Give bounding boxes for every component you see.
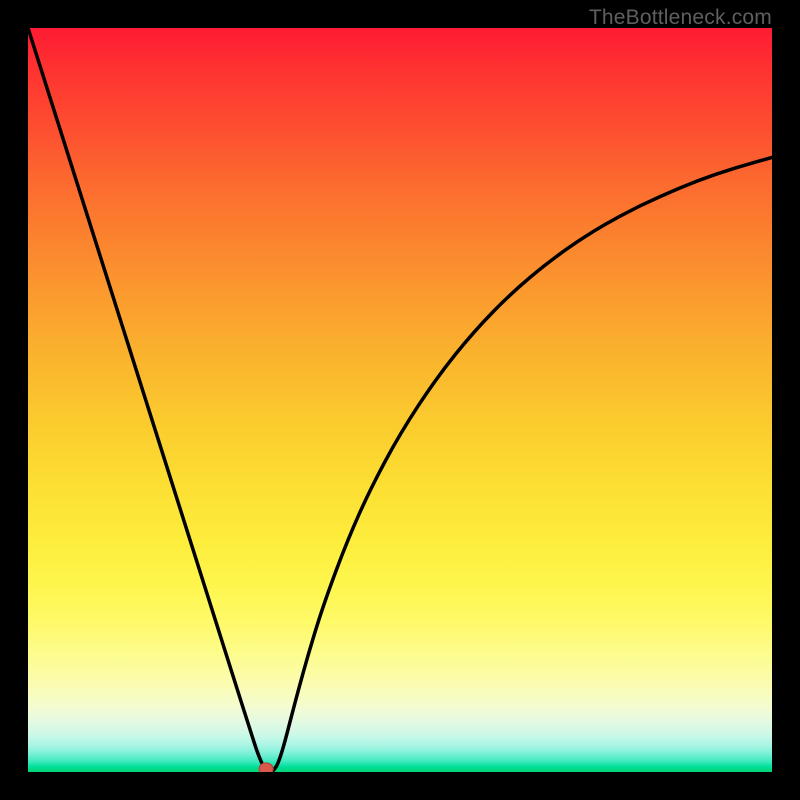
optimal-point-marker bbox=[259, 763, 273, 772]
plot-area bbox=[28, 28, 772, 772]
watermark-text: TheBottleneck.com bbox=[589, 6, 772, 30]
chart-frame: TheBottleneck.com bbox=[0, 0, 800, 800]
curve-layer bbox=[28, 28, 772, 772]
bottleneck-curve bbox=[28, 28, 772, 772]
